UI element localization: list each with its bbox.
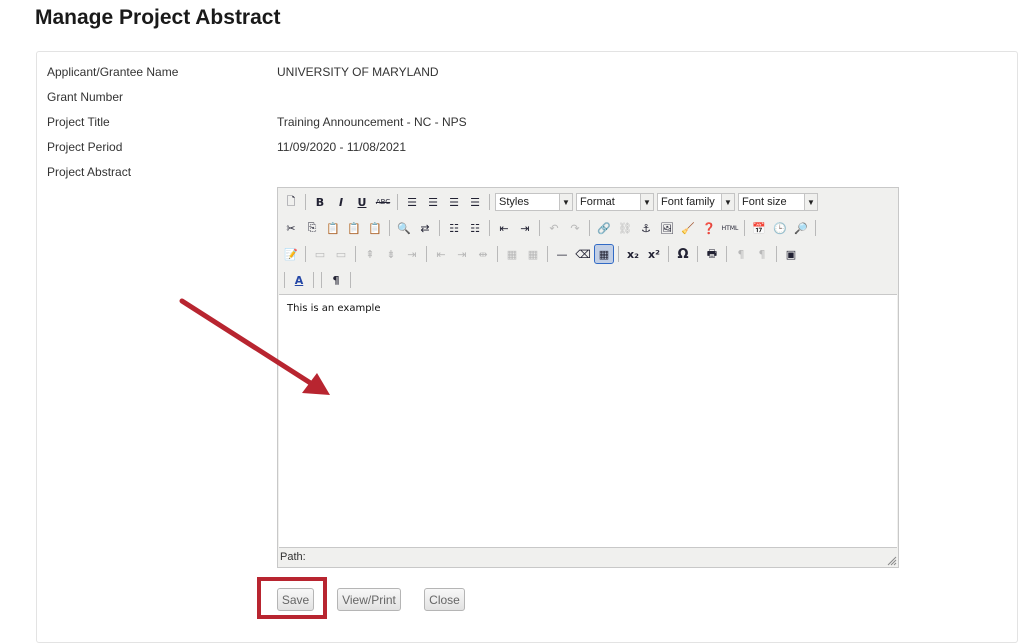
close-button[interactable]: Close xyxy=(424,588,465,611)
view-print-button[interactable]: View/Print xyxy=(337,588,401,611)
save-highlight-box xyxy=(257,577,327,619)
annotation-arrow xyxy=(179,298,330,395)
